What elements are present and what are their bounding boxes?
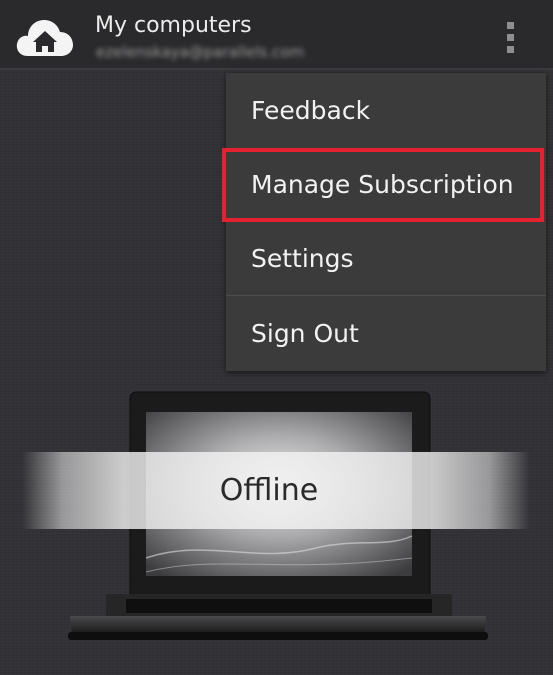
menu-item-label: Manage Subscription <box>251 169 514 199</box>
menu-item-label: Sign Out <box>251 318 359 348</box>
account-email: ezelenskaya@parallels.com <box>96 43 305 61</box>
menu-item-label: Settings <box>251 243 354 273</box>
menu-item-sign-out[interactable]: Sign Out <box>226 296 546 370</box>
menu-item-feedback[interactable]: Feedback <box>226 73 546 147</box>
overflow-dot <box>506 33 514 41</box>
menu-item-manage-subscription[interactable]: Manage Subscription <box>222 147 546 222</box>
status-band: Offline <box>22 452 530 529</box>
overflow-menu: Feedback Manage Subscription Settings Si… <box>222 73 546 371</box>
app-screen: My computers ezelenskaya@parallels.com O… <box>0 0 553 675</box>
overflow-menu-icon[interactable] <box>492 16 528 58</box>
menu-item-label: Feedback <box>251 95 371 125</box>
action-bar: My computers ezelenskaya@parallels.com <box>0 0 553 70</box>
status-label: Offline <box>219 473 319 508</box>
cloud-home-icon[interactable] <box>14 14 76 60</box>
menu-item-settings[interactable]: Settings <box>226 221 546 295</box>
overflow-dot <box>506 45 514 53</box>
page-title: My computers <box>95 13 252 38</box>
overflow-dot <box>506 21 514 29</box>
